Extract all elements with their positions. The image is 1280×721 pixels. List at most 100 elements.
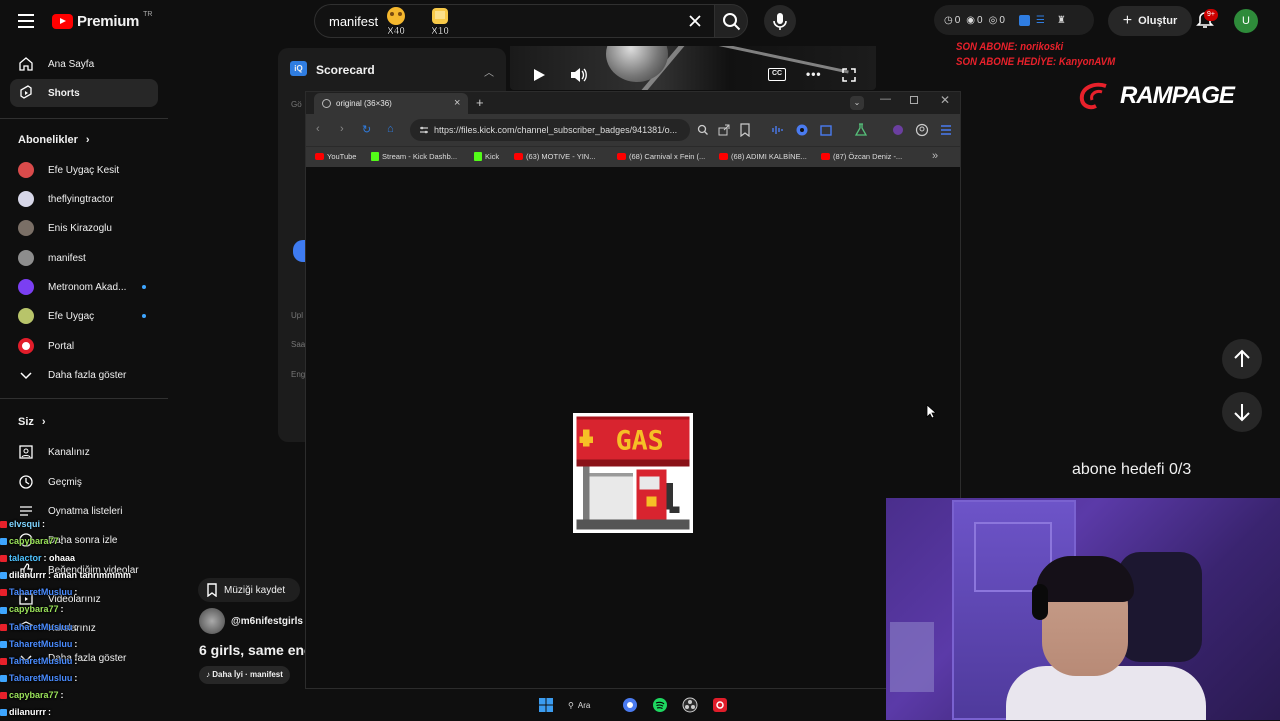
microphone-icon <box>773 13 787 30</box>
new-tab-icon[interactable]: + <box>476 95 484 110</box>
chat-username: TaharetMusluu <box>9 621 73 632</box>
short-video-player[interactable]: CC ••• <box>510 46 876 90</box>
forward-icon[interactable]: › <box>340 123 344 135</box>
mouse-cursor-icon <box>926 404 936 419</box>
address-bar[interactable]: https://files.kick.com/channel_subscribe… <box>410 119 690 141</box>
bookmark-item[interactable]: (63) MOTIVE - YIN... <box>514 152 595 161</box>
scorecard-label: Gö <box>291 100 302 109</box>
scorecard-button[interactable] <box>293 240 305 262</box>
labs-flask-icon[interactable] <box>854 123 868 137</box>
chat-message: talactor: ohaaa <box>0 550 180 567</box>
maximize-icon[interactable] <box>910 96 918 104</box>
previous-short-button[interactable] <box>1222 339 1262 379</box>
stream-chat-overlay: elvsqui: capybara77: talactor: ohaaa dilanu… <box>0 516 180 721</box>
short-sound-pill[interactable]: ♪ Daha İyi · manifest <box>199 666 290 684</box>
sidebar-show-more[interactable]: Daha fazla göster <box>10 361 158 389</box>
play-icon[interactable] <box>532 68 546 82</box>
create-button[interactable]: + Oluştur <box>1108 6 1192 36</box>
home-icon[interactable]: ⌂ <box>387 123 394 135</box>
sidebar-sub-item[interactable]: Portal <box>10 332 158 360</box>
app-red-icon[interactable] <box>712 697 728 713</box>
share-icon[interactable] <box>717 123 731 137</box>
sidebar-item-history[interactable]: Geçmiş <box>10 468 158 496</box>
home-icon <box>19 57 33 71</box>
extension-puzzle-icon[interactable] <box>819 123 833 137</box>
youtube-premium-logo[interactable]: Premium TR <box>52 11 152 31</box>
sidebar-sub-item[interactable]: Metronom Akad... <box>10 273 158 301</box>
site-info-icon[interactable] <box>419 125 429 135</box>
you-heading[interactable]: Siz › <box>18 416 46 428</box>
more-bookmarks-icon[interactable]: » <box>932 150 938 162</box>
list-icon[interactable]: ☰ <box>1036 15 1045 26</box>
bookmark-item[interactable]: (87) Özcan Deniz -... <box>821 152 902 161</box>
obs-icon[interactable] <box>682 697 698 713</box>
clock-icon: ◷ <box>944 14 953 26</box>
sidebar-item-home[interactable]: Ana Sayfa <box>10 50 158 78</box>
next-short-button[interactable] <box>1222 392 1262 432</box>
sidebar-sub-item[interactable]: Efe Uygaç <box>10 302 158 330</box>
zoom-icon[interactable] <box>696 123 710 137</box>
sidebar-item-shorts[interactable]: Shorts <box>10 79 158 107</box>
back-icon[interactable]: ‹ <box>316 123 320 135</box>
emote-x10-icon: X10 <box>427 6 453 36</box>
youtube-favicon-icon <box>617 153 626 160</box>
trophy-icon[interactable]: ♜ <box>1057 15 1066 26</box>
spotify-icon[interactable] <box>652 697 668 713</box>
subscriptions-heading[interactable]: Abonelikler › <box>18 134 90 146</box>
bookmark-item[interactable]: (68) ADIMI KALBİNE... <box>719 152 807 161</box>
more-options-icon[interactable]: ••• <box>806 68 822 80</box>
chrome-taskbar-icon[interactable] <box>622 697 638 713</box>
avatar[interactable]: U <box>1234 9 1258 33</box>
browser-menu-icon[interactable] <box>939 123 953 137</box>
captions-icon[interactable]: CC <box>768 68 786 81</box>
save-music-button[interactable]: Müziği kaydet <box>198 578 300 602</box>
reload-icon[interactable]: ↻ <box>362 123 371 136</box>
chat-message: TaharetMusluu: <box>0 619 180 636</box>
browser-tab[interactable]: original (36×36) × <box>314 93 468 114</box>
webcam-detail <box>1032 584 1048 620</box>
taskbar-search[interactable]: ⚲ Ara <box>568 701 608 710</box>
search-button[interactable] <box>714 4 748 38</box>
last-subscriber-overlay: SON ABONE: norikoski SON ABONE HEDİYE: K… <box>956 40 1115 70</box>
collapse-chevron-icon[interactable]: ︿ <box>484 64 494 79</box>
bookmark-item[interactable]: (68) Carnival x Fein (... <box>617 152 705 161</box>
clear-search-icon[interactable] <box>687 13 703 29</box>
webcam-detail <box>1118 552 1202 662</box>
bookmark-item[interactable]: Stream - Kick Dashb... <box>371 152 457 161</box>
short-channel[interactable]: @m6nifestgirls <box>199 608 303 634</box>
window-close-icon[interactable]: ✕ <box>940 93 950 107</box>
fullscreen-icon[interactable] <box>842 68 856 82</box>
stats-pill[interactable]: ◷ 0 ◉ 0 ◎ 0 ☰ ♜ <box>934 5 1094 35</box>
channel-avatar <box>18 162 34 178</box>
sidebar-item-channel[interactable]: Kanalınız <box>10 438 158 466</box>
extension-audio-icon[interactable] <box>770 123 784 137</box>
chat-text: : <box>48 707 52 718</box>
voice-search-button[interactable] <box>764 5 796 37</box>
windows-start-icon[interactable] <box>538 697 554 713</box>
bookmark-icon[interactable] <box>738 123 752 137</box>
webcam-detail <box>1036 556 1134 602</box>
arrow-up-icon <box>1234 349 1250 367</box>
tab-close-icon[interactable]: × <box>454 97 460 109</box>
sidebar-sub-item[interactable]: Enis Kirazoglu <box>10 214 158 242</box>
bookmark-item[interactable]: Kick <box>474 152 499 161</box>
sidebar-sub-item[interactable]: manifest <box>10 244 158 272</box>
extension-purple-icon[interactable] <box>891 123 905 137</box>
tab-search-icon[interactable]: ⌄ <box>850 96 864 110</box>
chat-message: TaharetMusluu: <box>0 653 180 670</box>
bookmark-item[interactable]: YouTube <box>315 152 356 161</box>
chat-message: elvsqui: <box>0 516 180 533</box>
sidebar-sub-item[interactable]: Efe Uygaç Kesit <box>10 156 158 184</box>
sidebar-sub-item[interactable]: theflyingtractor <box>10 185 158 213</box>
chat-text: : <box>74 587 78 598</box>
profile-icon[interactable] <box>915 123 929 137</box>
channel-avatar[interactable] <box>199 608 225 634</box>
menu-icon[interactable] <box>14 10 38 32</box>
vidiq-icon[interactable] <box>1018 14 1030 26</box>
minimize-icon[interactable]: — <box>880 93 891 105</box>
volume-icon[interactable] <box>570 67 588 83</box>
short-title[interactable]: 6 girls, same energy <box>199 642 305 658</box>
bookmark-icon <box>207 583 217 597</box>
search-input[interactable]: manifest X40 X10 <box>314 4 714 38</box>
extension-shield-icon[interactable] <box>795 123 809 137</box>
